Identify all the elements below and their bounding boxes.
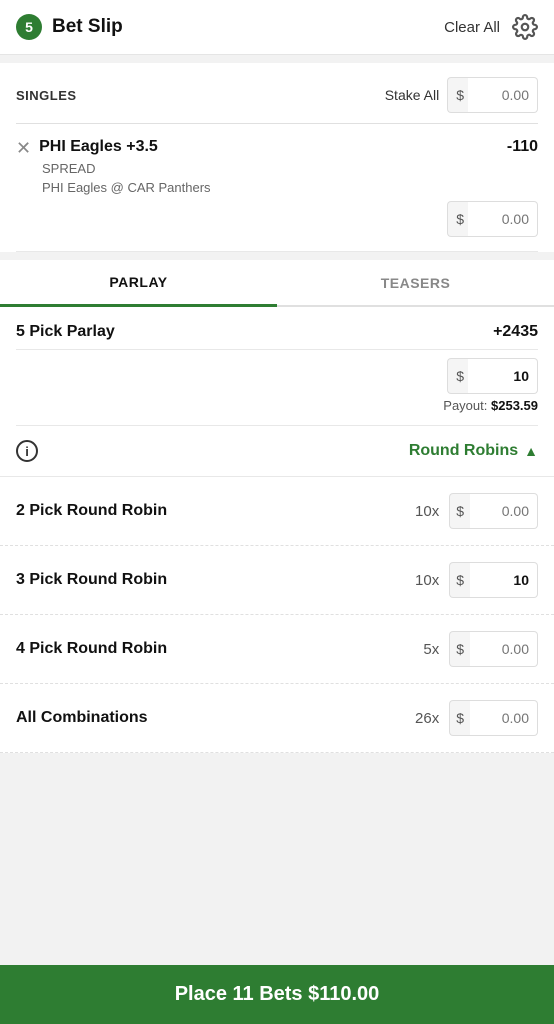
rr-multiplier-0: 10x [411,503,439,520]
tabs-section: PARLAY TEASERS 5 Pick Parlay +2435 $ Pay… [0,260,554,426]
bet-count-badge: 5 [16,14,42,40]
clear-all-button[interactable]: Clear All [444,19,500,36]
rr-input-3[interactable] [470,700,538,736]
parlay-title: 5 Pick Parlay [16,323,115,341]
settings-icon[interactable] [512,14,538,40]
payout-amount: $253.59 [491,398,538,413]
tabs-bar: PARLAY TEASERS [0,260,554,307]
rr-dollar-0: $ [449,493,470,529]
bet-dollar: $ [447,201,468,237]
rr-title-3: All Combinations [16,709,148,727]
info-icon[interactable]: i [16,440,38,462]
parlay-stake-row: $ [16,350,538,398]
round-robin-row: 2 Pick Round Robin 10x $ [0,477,554,546]
parlay-section: 5 Pick Parlay +2435 $ Payout: $253.59 [0,307,554,426]
tab-teasers[interactable]: TEASERS [277,260,554,305]
rr-multiplier-2: 5x [411,641,439,658]
round-robin-row: 3 Pick Round Robin 10x $ [0,546,554,615]
rr-dollar-3: $ [449,700,470,736]
round-robin-row: 4 Pick Round Robin 5x $ [0,615,554,684]
stake-all-row: Stake All $ [385,77,538,113]
bet-stake-row: $ [16,201,538,237]
singles-bet-row: ✕ PHI Eagles +3.5 -110 SPREAD PHI Eagles… [16,124,538,252]
round-robins-label: Round Robins [409,442,518,460]
rr-input-0[interactable] [470,493,538,529]
singles-label: SINGLES [16,88,77,103]
page-title: Bet Slip [52,16,123,38]
rr-multiplier-1: 10x [411,572,439,589]
round-robin-section: 2 Pick Round Robin 10x $ 3 Pick Round Ro… [0,477,554,753]
header-right: Clear All [444,14,538,40]
rr-title-1: 3 Pick Round Robin [16,571,167,589]
bet-stake-input[interactable] [468,201,538,237]
place-bets-bar: Place 11 Bets $110.00 [0,965,554,1024]
round-robins-header: i Round Robins ▲ [0,426,554,477]
round-robin-row: All Combinations 26x $ [0,684,554,753]
stake-all-input-group: $ [447,77,538,113]
rr-input-group-3: $ [449,700,538,736]
header-left: 5 Bet Slip [16,14,123,40]
payout-row: Payout: $253.59 [16,398,538,426]
stake-all-dollar: $ [447,77,468,113]
rr-input-1[interactable] [470,562,538,598]
bet-odds: -110 [507,138,538,156]
remove-bet-button[interactable]: ✕ [16,139,31,157]
chevron-up-icon: ▲ [524,443,538,459]
parlay-stake-input-group: $ [447,358,538,394]
round-robins-toggle[interactable]: Round Robins ▲ [409,442,538,460]
stake-all-text: Stake All [385,87,439,103]
header: 5 Bet Slip Clear All [0,0,554,55]
rr-dollar-2: $ [449,631,470,667]
rr-right-0: 10x $ [411,493,538,529]
parlay-stake-input[interactable] [468,358,538,394]
tab-parlay[interactable]: PARLAY [0,260,277,307]
singles-header: SINGLES Stake All $ [16,63,538,124]
rr-input-group-0: $ [449,493,538,529]
bet-matchup: PHI Eagles @ CAR Panthers [42,180,538,195]
rr-title-2: 4 Pick Round Robin [16,640,167,658]
rr-multiplier-3: 26x [411,710,439,727]
rr-right-3: 26x $ [411,700,538,736]
bottom-spacer [0,753,554,833]
bet-type: SPREAD [42,161,538,176]
payout-text: Payout: $253.59 [443,398,538,413]
bet-row-top: ✕ PHI Eagles +3.5 -110 [16,138,538,157]
rr-right-2: 5x $ [411,631,538,667]
rr-right-1: 10x $ [411,562,538,598]
bet-stake-input-group: $ [447,201,538,237]
rr-dollar-1: $ [449,562,470,598]
rr-title-0: 2 Pick Round Robin [16,502,167,520]
place-bets-button[interactable]: Place 11 Bets $110.00 [16,983,538,1006]
singles-section: SINGLES Stake All $ ✕ PHI Eagles +3.5 -1… [0,63,554,252]
parlay-row: 5 Pick Parlay +2435 [16,307,538,350]
parlay-odds: +2435 [493,323,538,341]
rr-input-group-2: $ [449,631,538,667]
rr-input-2[interactable] [470,631,538,667]
bet-title: PHI Eagles +3.5 [39,138,158,156]
stake-all-input[interactable] [468,77,538,113]
bet-row-left: ✕ PHI Eagles +3.5 [16,138,158,157]
parlay-dollar: $ [447,358,468,394]
rr-input-group-1: $ [449,562,538,598]
